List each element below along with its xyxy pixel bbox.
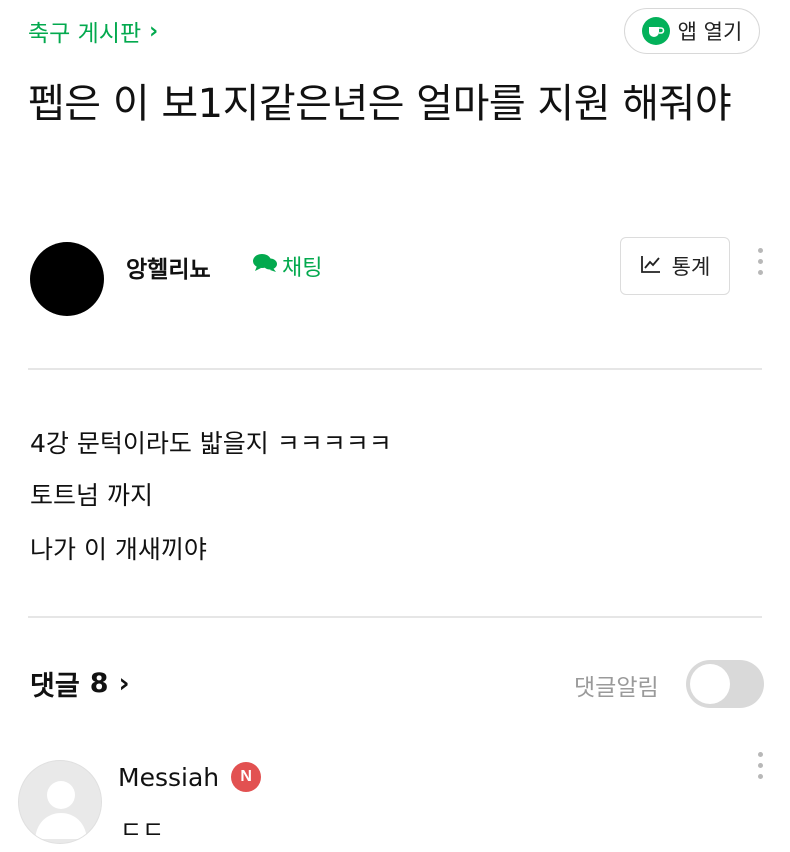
comments-title: 댓글	[30, 671, 80, 702]
author-avatar[interactable]	[30, 242, 104, 316]
comments-header[interactable]: 댓글 8 ›	[30, 664, 130, 703]
divider	[28, 616, 762, 618]
post-title: 펩은 이 보1지같은년은 얼마를 지원 해줘야	[28, 81, 732, 127]
comment-text: ㄷㄷ	[120, 816, 165, 844]
new-badge-icon: N	[231, 762, 262, 792]
more-vertical-icon[interactable]	[753, 752, 767, 779]
chevron-right-icon: ›	[149, 18, 159, 44]
author-name[interactable]: 앙헬리뇨	[126, 250, 211, 284]
toggle-knob	[690, 664, 730, 704]
comment-notify-label: 댓글알림	[574, 675, 659, 701]
board-name: 축구 게시판	[28, 21, 142, 47]
board-link[interactable]: 축구 게시판 ›	[28, 14, 158, 48]
stats-label: 통계	[671, 255, 711, 279]
comments-count: 8	[89, 668, 109, 699]
comment-notify-toggle[interactable]	[686, 660, 764, 708]
more-vertical-icon[interactable]	[753, 248, 767, 275]
comment-author-name: Messiah	[118, 762, 220, 792]
line-chart-icon	[640, 254, 662, 279]
post-body-line: 나가 이 개새끼야	[30, 535, 207, 564]
chat-label: 채팅	[282, 256, 323, 281]
post-body-line: 4강 문턱이라도 밟을지 ㅋㅋㅋㅋㅋ	[30, 429, 392, 458]
stats-button[interactable]: 통계	[620, 237, 730, 295]
chevron-right-icon: ›	[118, 668, 130, 699]
post-body-line: 토트넘 까지	[30, 481, 153, 510]
chat-button[interactable]: 채팅	[252, 250, 322, 282]
open-app-button[interactable]: 앱 열기	[624, 8, 760, 54]
divider	[28, 368, 762, 370]
chat-bubble-icon	[252, 252, 278, 280]
open-app-label: 앱 열기	[677, 20, 743, 44]
user-silhouette-icon[interactable]	[18, 760, 102, 844]
comment-author[interactable]: Messiah N	[118, 762, 262, 792]
coffee-cup-icon	[641, 17, 670, 45]
